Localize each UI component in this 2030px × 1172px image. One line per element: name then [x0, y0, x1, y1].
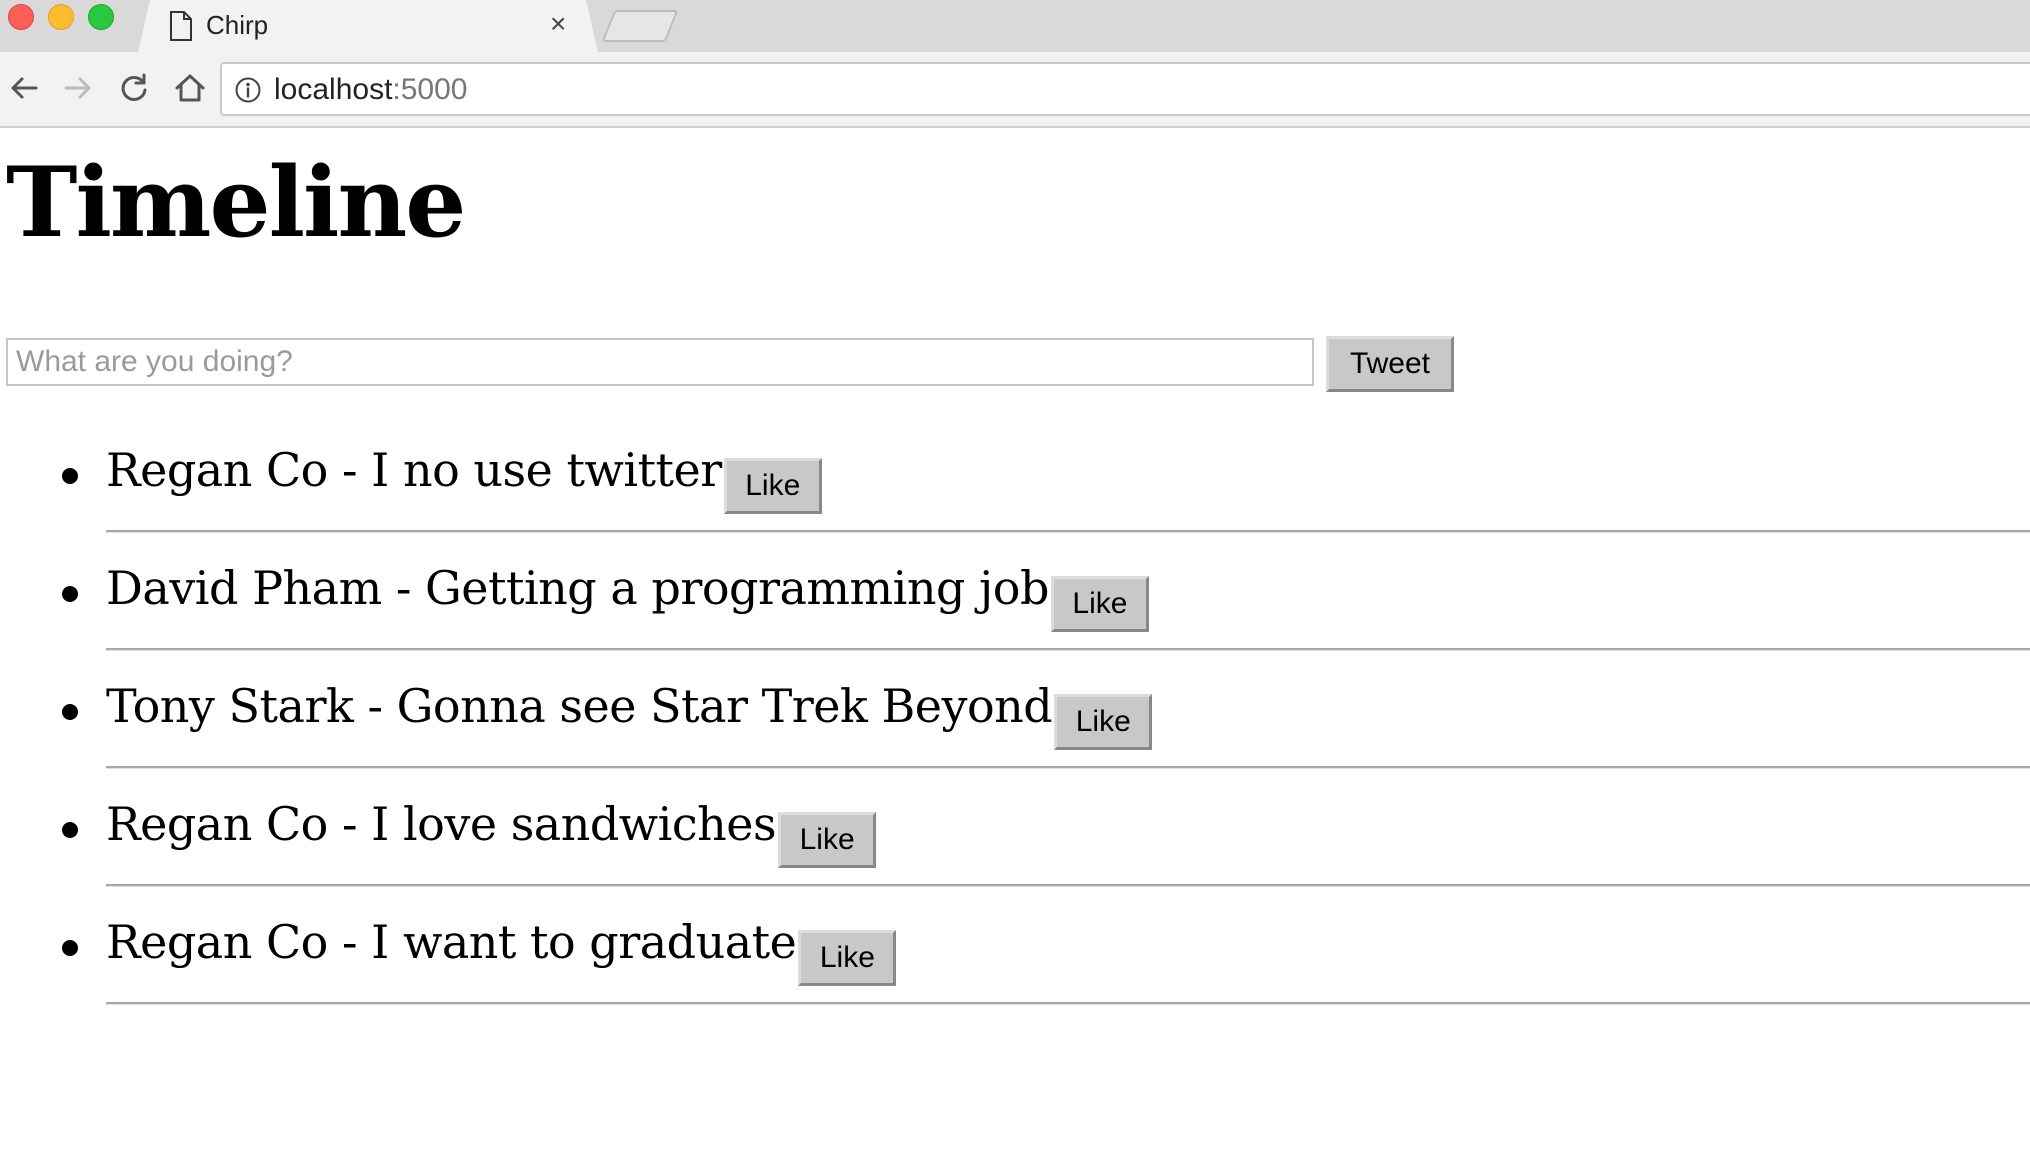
tweet-list: Regan Co - I no use twitter Like David P… [0, 428, 2030, 1018]
url-host: localhost [274, 73, 393, 106]
bullet-icon [62, 704, 78, 720]
tweet-row: David Pham - Getting a programming job L… [106, 558, 1149, 632]
tab-title: Chirp [206, 10, 269, 40]
like-button[interactable]: Like [1050, 576, 1149, 632]
tweet-row: Regan Co - I love sandwiches Like [106, 794, 877, 868]
page-icon [170, 11, 192, 41]
tweet-content: Tony Stark - Gonna see Star Trek Beyond [106, 676, 1053, 736]
browser-tab-active[interactable]: Chirp × [138, 0, 598, 52]
tab-close-icon[interactable]: × [550, 8, 566, 40]
tweet-row: Tony Stark - Gonna see Star Trek Beyond … [106, 676, 1153, 750]
like-button[interactable]: Like [778, 812, 877, 868]
tweet-separator: - [353, 679, 397, 733]
tweet-text: Getting a programming job [425, 561, 1049, 615]
tweet-text: I want to graduate [371, 915, 797, 969]
tweet-item: Regan Co - I love sandwiches Like [0, 782, 2030, 900]
new-tab-button[interactable] [601, 10, 679, 42]
info-icon[interactable] [234, 76, 262, 104]
arrow-left-icon[interactable] [6, 70, 42, 106]
arrow-right-icon[interactable] [60, 70, 96, 106]
tweet-text: I love sandwiches [371, 797, 777, 851]
tweet-text: Gonna see Star Trek Beyond [396, 679, 1053, 733]
bullet-icon [62, 940, 78, 956]
tweet-divider [106, 766, 2030, 769]
url-port: :5000 [392, 73, 468, 106]
tweet-row: Regan Co - I no use twitter Like [106, 440, 822, 514]
browser-toolbar: localhost:5000 [0, 52, 2030, 128]
url-text: localhost:5000 [274, 73, 467, 107]
tweet-separator: - [381, 561, 425, 615]
bullet-icon [62, 822, 78, 838]
tweet-item: David Pham - Getting a programming job L… [0, 546, 2030, 664]
tweet-divider [106, 1002, 2030, 1005]
tweet-row: Regan Co - I want to graduate Like [106, 912, 897, 986]
like-button[interactable]: Like [1054, 694, 1153, 750]
tweet-author: Regan Co [106, 797, 328, 851]
tweet-input[interactable] [6, 338, 1314, 386]
tweet-separator: - [327, 797, 372, 851]
like-button[interactable]: Like [723, 458, 822, 514]
tab-strip: Chirp × [0, 0, 2030, 52]
tweet-author: David Pham [106, 561, 382, 615]
tweet-divider [106, 884, 2030, 887]
tweet-author: Regan Co [106, 915, 328, 969]
page-title: Timeline [6, 146, 466, 259]
tweet-item: Regan Co - I no use twitter Like [0, 428, 2030, 546]
like-button[interactable]: Like [798, 930, 897, 986]
tweet-separator: - [327, 443, 372, 497]
tweet-divider [106, 530, 2030, 533]
tweet-item: Tony Stark - Gonna see Star Trek Beyond … [0, 664, 2030, 782]
tweet-content: Regan Co - I no use twitter [106, 440, 722, 500]
maximize-window-button[interactable] [88, 4, 114, 30]
bullet-icon [62, 586, 78, 602]
page-content: Timeline Tweet Regan Co - I no use twitt… [0, 128, 2030, 1172]
tweet-item: Regan Co - I want to graduate Like [0, 900, 2030, 1018]
tweet-divider [106, 648, 2030, 651]
home-icon[interactable] [172, 70, 208, 106]
reload-icon[interactable] [116, 70, 152, 106]
tweet-separator: - [327, 915, 372, 969]
tweet-button[interactable]: Tweet [1326, 336, 1454, 392]
address-bar[interactable]: localhost:5000 [220, 62, 2030, 116]
close-window-button[interactable] [8, 4, 34, 30]
tweet-content: Regan Co - I want to graduate [106, 912, 797, 972]
tweet-content: David Pham - Getting a programming job [106, 558, 1049, 618]
minimize-window-button[interactable] [48, 4, 74, 30]
tweet-author: Regan Co [106, 443, 328, 497]
bullet-icon [62, 468, 78, 484]
tweet-author: Tony Stark [106, 679, 354, 733]
tweet-text: I no use twitter [371, 443, 722, 497]
tweet-content: Regan Co - I love sandwiches [106, 794, 777, 854]
